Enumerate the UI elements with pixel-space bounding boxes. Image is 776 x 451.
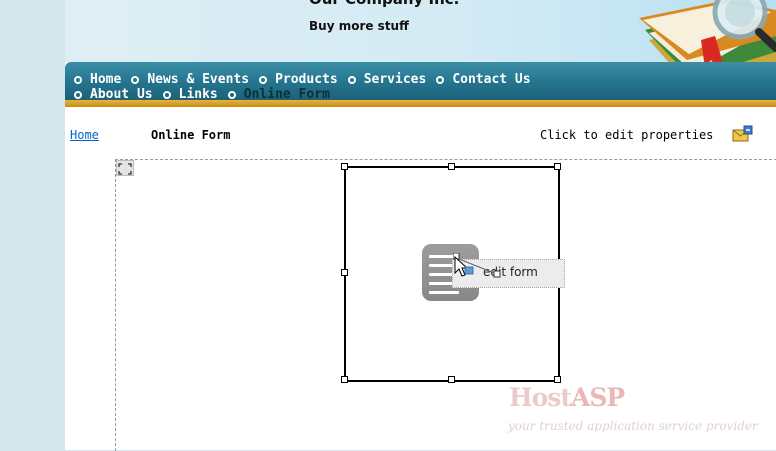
site-header: Our Company Inc. Buy more stuff [65,0,776,92]
edit-properties-label[interactable]: Click to edit properties [540,128,713,142]
resize-handle-top[interactable] [448,163,455,170]
move-cursor-icon [453,253,501,278]
company-tagline: Buy more stuff [309,19,409,33]
nav-services[interactable]: Services [347,73,426,87]
bullet-icon [131,76,140,84]
bullet-icon [347,76,356,84]
watermark-brand: HostASP [509,383,625,412]
breadcrumb-home-link[interactable]: Home [70,128,99,142]
resize-handle-bottom-right[interactable] [554,376,561,383]
form-line [429,291,459,294]
watermark-tagline: your trusted application service provide… [508,419,758,433]
nav-accent-bar [65,100,776,107]
bullet-icon [259,76,268,84]
resize-handle-left[interactable] [341,269,348,276]
bullet-icon [436,76,445,84]
nav-contact-us[interactable]: Contact Us [436,73,531,87]
resize-handle-bottom[interactable] [448,376,455,383]
nav-home[interactable]: Home [74,73,121,87]
company-name: Our Company Inc. [309,0,459,8]
bullet-icon [162,91,171,99]
bullet-icon [74,91,82,99]
bullet-icon [227,91,236,99]
main-navigation: Home News & Events Products Services Con… [65,62,776,102]
nav-news-events[interactable]: News & Events [131,73,249,87]
bullet-icon [74,76,82,84]
envelope-edit-icon[interactable] [732,125,753,143]
nav-products[interactable]: Products [259,73,338,87]
resize-handle-bottom-left[interactable] [341,376,348,383]
page-title: Online Form [151,128,231,142]
expand-icon[interactable] [116,160,134,176]
resize-handle-top-right[interactable] [554,163,561,170]
resize-handle-top-left[interactable] [341,163,348,170]
